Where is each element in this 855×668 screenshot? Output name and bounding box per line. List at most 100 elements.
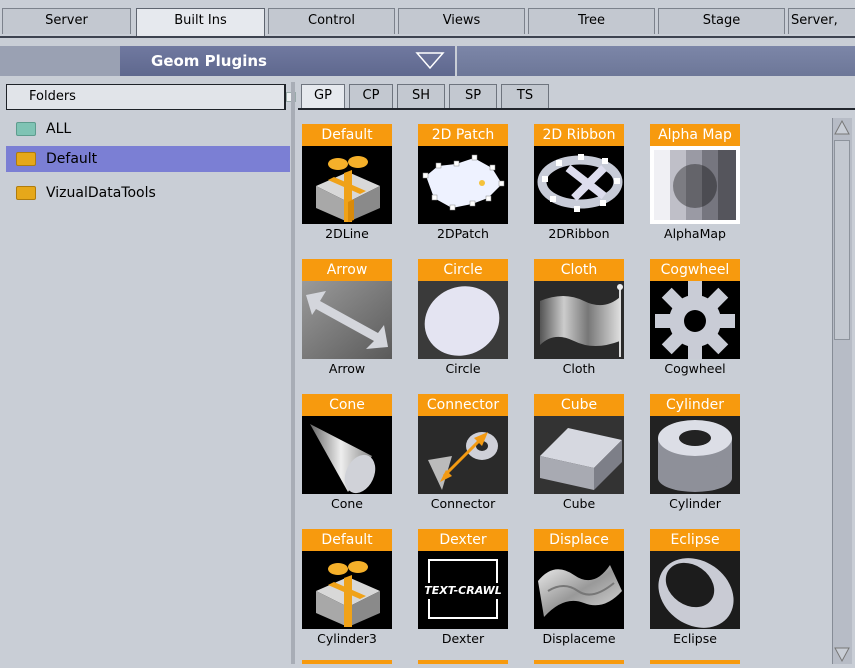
2d-patch-icon (418, 146, 508, 224)
plugin-title: 2D Patch (418, 124, 508, 146)
plugin-caption: Cone (331, 496, 363, 511)
tab-server[interactable]: Server (2, 8, 131, 34)
plugin-caption: Displaceme (542, 631, 616, 646)
plugin-caption: Cloth (562, 361, 596, 376)
folder-item-label: VizualDataTools (46, 185, 156, 201)
tab-built-ins[interactable]: Built Ins (136, 8, 265, 36)
dexter-image-text: TEXT-CRAWL (422, 583, 504, 599)
plugin-title: Default (302, 529, 392, 551)
plugin-tile-cloth[interactable]: Cloth Cloth (534, 259, 624, 377)
plugin-tile-cone[interactable]: Cone Cone (302, 394, 392, 512)
cone-icon (302, 416, 392, 494)
plugin-tile-circle[interactable]: Circle Circle (418, 259, 508, 377)
scroll-down-icon[interactable] (832, 644, 852, 664)
plugin-title: Arrow (302, 259, 392, 281)
cogwheel-icon (650, 281, 740, 359)
sub-tab-divider (298, 108, 855, 110)
folder-item-label: Default (46, 151, 98, 167)
plugin-bar-left-spacer (0, 46, 120, 76)
plugin-title: 2D Ribbon (534, 124, 624, 146)
plugin-caption: Dexter (441, 631, 485, 646)
tab-ts[interactable]: TS (501, 84, 549, 108)
scrollbar-thumb[interactable] (834, 140, 850, 340)
folder-item-vizualdatatools[interactable]: VizualDataTools (6, 180, 290, 206)
plugin-tile-alphamap[interactable]: Alpha Map AlphaMap (650, 124, 740, 242)
plugin-title: Cube (534, 394, 624, 416)
tab-gp[interactable]: GP (301, 84, 345, 110)
plugin-tile-dexter[interactable]: Dexter TEXT-CRAWL Dexter (418, 529, 508, 647)
tab-stage[interactable]: Stage (658, 8, 785, 34)
cylinder-icon (650, 416, 740, 494)
default-gift-icon (302, 146, 392, 224)
folder-item-default[interactable]: Default (6, 146, 290, 172)
folder-item-all[interactable]: ALL (6, 116, 290, 142)
tab-sp[interactable]: SP (449, 84, 497, 108)
plugin-caption: Eclipse (673, 631, 717, 646)
scroll-up-icon[interactable] (832, 118, 852, 138)
tab-tree[interactable]: Tree (528, 8, 655, 34)
plugin-caption: Cylinder3 (317, 631, 377, 646)
plugin-tile-arrow[interactable]: Arrow Arrow (302, 259, 392, 377)
plugin-caption: Connector (430, 496, 496, 511)
plugin-title: Cone (302, 394, 392, 416)
plugin-title: Cylinder (650, 394, 740, 416)
plugin-caption: 2DPatch (437, 226, 489, 241)
folders-header: Folders (6, 84, 286, 110)
plugin-caption: Arrow (328, 361, 366, 376)
plugin-title: Dexter (418, 529, 508, 551)
folder-teal-icon (16, 122, 36, 136)
plugin-title: Cogwheel (650, 259, 740, 281)
folder-item-label: ALL (46, 121, 72, 137)
plugin-tile-2dribbon[interactable]: 2D Ribbon 2DRibbon (534, 124, 624, 242)
plugin-caption: Circle (445, 361, 481, 376)
plugin-caption: 2DRibbon (548, 226, 610, 241)
plugin-title: Cloth (534, 259, 624, 281)
tab-views[interactable]: Views (398, 8, 525, 34)
cube-icon (534, 416, 624, 494)
folder-yellow-icon (16, 152, 36, 166)
alpha-map-icon (650, 146, 740, 224)
plugin-tile-2dpatch[interactable]: 2D Patch 2DPatch (418, 124, 508, 242)
cloth-icon (534, 281, 624, 359)
plugin-tile-2dline[interactable]: Default 2DLine (302, 124, 392, 242)
circle-icon (418, 281, 508, 359)
tab-control[interactable]: Control (268, 8, 395, 34)
plugin-tile-cylinder3[interactable]: Default Cylinder3 (302, 529, 392, 647)
plugin-title: Displace (534, 529, 624, 551)
tab-sh[interactable]: SH (397, 84, 445, 108)
connector-icon (418, 416, 508, 494)
plugin-title: Circle (418, 259, 508, 281)
plugin-caption: Cogwheel (664, 361, 726, 376)
plugin-tile-partial[interactable] (302, 660, 392, 664)
eclipse-icon (650, 551, 740, 629)
plugin-tile-cogwheel[interactable]: Cogwheel Cogwheel (650, 259, 740, 377)
plugin-tile-cube[interactable]: Cube Cube (534, 394, 624, 512)
dexter-icon: TEXT-CRAWL (418, 551, 508, 629)
plugin-caption: 2DLine (325, 226, 369, 241)
plugin-tile-connector[interactable]: Connector Connector (418, 394, 508, 512)
plugin-tile-cylinder[interactable]: Cylinder Cylinder (650, 394, 740, 512)
plugin-tile-eclipse[interactable]: Eclipse Eclipse (650, 529, 740, 647)
folder-yellow-icon (16, 186, 36, 200)
plugin-caption: Cylinder (669, 496, 721, 511)
plugin-caption: AlphaMap (664, 226, 726, 241)
displace-icon (534, 551, 624, 629)
plugin-title: Default (302, 124, 392, 146)
triangle-down-icon[interactable] (415, 51, 445, 71)
2d-ribbon-icon (534, 146, 624, 224)
plugin-tile-partial[interactable] (650, 660, 740, 664)
plugin-tile-partial[interactable] (534, 660, 624, 664)
tab-bar-divider (0, 36, 855, 38)
plugin-title: Connector (418, 394, 508, 416)
plugin-title: Alpha Map (650, 124, 740, 146)
default-gift-icon (302, 551, 392, 629)
plugin-title: Eclipse (650, 529, 740, 551)
tab-cp[interactable]: CP (349, 84, 393, 108)
plugin-tile-displaceme[interactable]: Displace Displaceme (534, 529, 624, 647)
arrow-icon (302, 281, 392, 359)
plugin-bar-right-spacer (455, 46, 855, 76)
plugin-tile-partial[interactable] (418, 660, 508, 664)
plugin-dropdown-value[interactable]: Geom Plugins (120, 46, 298, 76)
tab-server-more[interactable]: Server, (788, 8, 855, 34)
plugin-caption: Cube (562, 496, 596, 511)
